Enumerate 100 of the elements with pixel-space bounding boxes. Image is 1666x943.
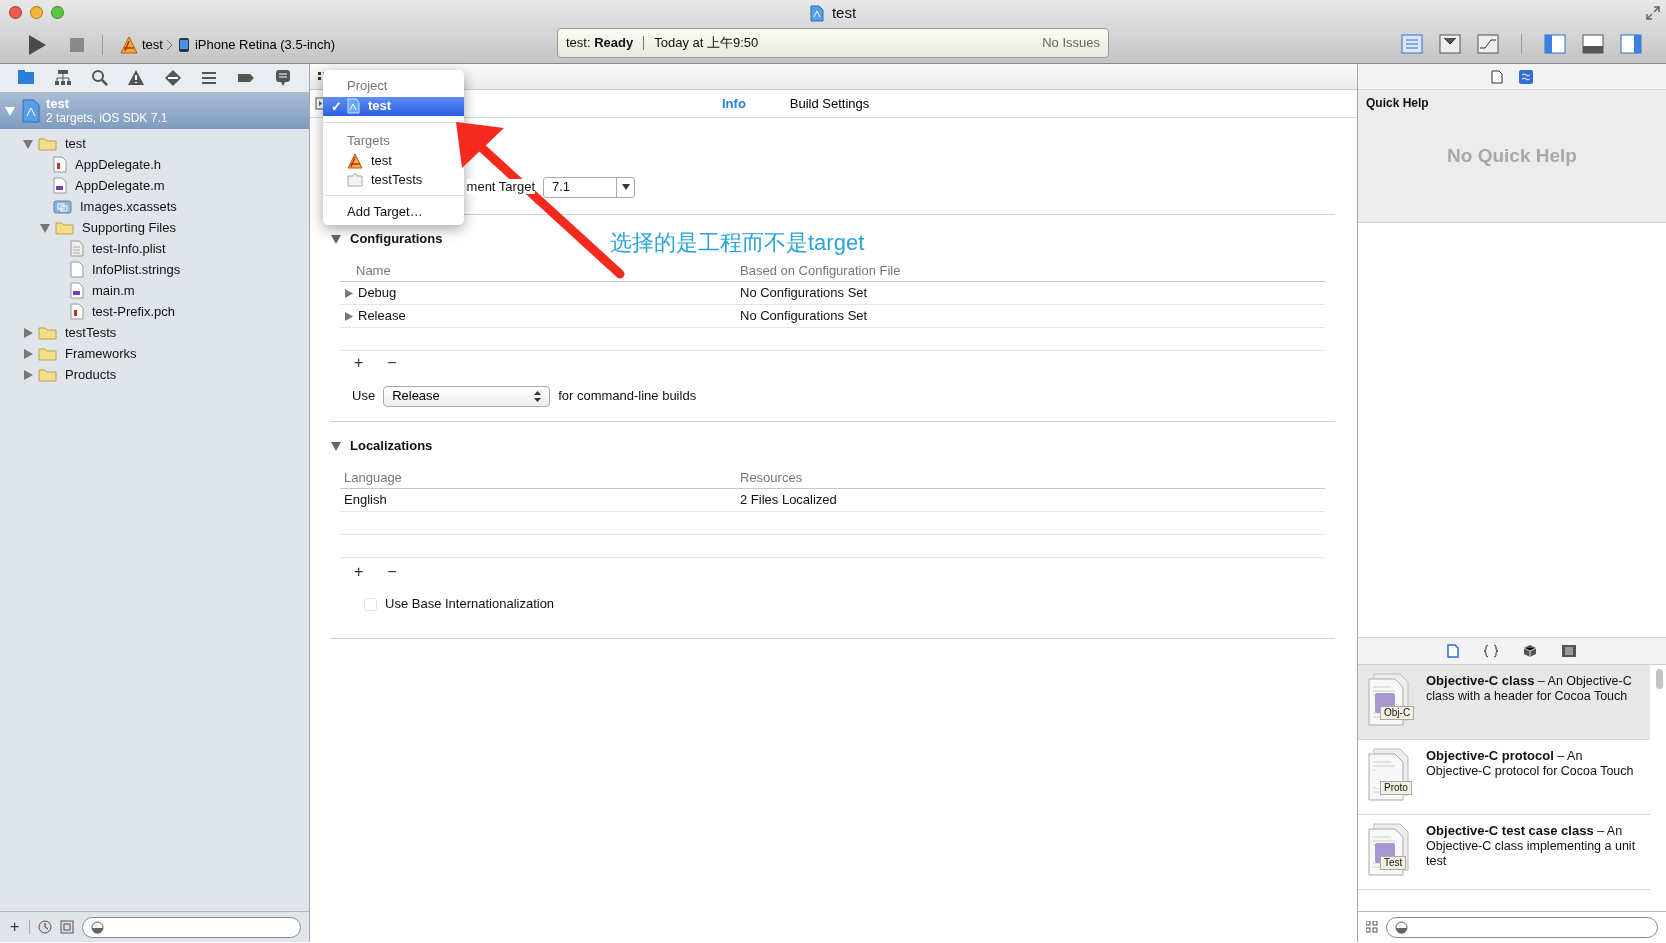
add-button[interactable]: +: [346, 564, 372, 580]
disclosure-triangle-icon[interactable]: [330, 233, 342, 245]
deployment-target-combo[interactable]: 7.1: [543, 176, 635, 198]
disclosure-triangle-icon[interactable]: [22, 368, 34, 381]
filter-field[interactable]: [82, 916, 301, 938]
tree-item[interactable]: InfoPlist.strings: [0, 259, 309, 280]
right-panel-icon[interactable]: [1620, 34, 1642, 54]
remove-button[interactable]: −: [379, 564, 405, 580]
stop-icon: [69, 36, 85, 53]
tree-item[interactable]: main.m: [0, 280, 309, 301]
window-title: test: [831, 2, 857, 23]
remove-button[interactable]: −: [379, 355, 405, 371]
app-icon: [347, 152, 363, 169]
menu-item[interactable]: Add Target…: [323, 202, 464, 221]
table-row[interactable]: English 2 Files Localized: [340, 489, 1325, 512]
disclosure-triangle-icon[interactable]: [39, 221, 51, 234]
device-selector[interactable]: iPhone Retina (3.5-inch): [173, 36, 339, 53]
tree-item[interactable]: test-Prefix.pch: [0, 301, 309, 322]
fullscreen-icon[interactable]: [1646, 6, 1660, 20]
tree-item[interactable]: Images.xcassets: [0, 196, 309, 217]
table-cell-text: Debug: [358, 284, 397, 303]
table-cell-text: No Configurations Set: [740, 307, 868, 326]
checkbox-label: Use Base Internationalization: [385, 595, 555, 614]
asset-catalog-icon: [53, 199, 72, 214]
media-icon[interactable]: [1561, 644, 1577, 658]
left-panel-icon[interactable]: [1544, 34, 1566, 54]
zoom-button[interactable]: [51, 6, 64, 19]
tree-item[interactable]: Frameworks: [0, 343, 309, 364]
file-inspector-icon[interactable]: [1491, 69, 1503, 84]
template-description: Objective-C class – An Objective-C class with a header for Cocoa Touch: [1426, 673, 1633, 705]
tree-item[interactable]: AppDelegate.m: [0, 175, 309, 196]
scheme-selector[interactable]: test: [117, 35, 166, 54]
scope-icon[interactable]: [60, 920, 75, 934]
template-item[interactable]: Test Objective-C test case class – An Objective-C class implementing a unit test: [1358, 815, 1650, 890]
close-button[interactable]: [9, 6, 22, 19]
quick-help-icon[interactable]: [1519, 69, 1533, 84]
stepper-arrows-icon: [534, 390, 542, 402]
tree-item[interactable]: AppDelegate.h: [0, 154, 309, 175]
code-snippet-icon[interactable]: [1483, 644, 1499, 658]
tree-item[interactable]: test-Info.plist: [0, 238, 309, 259]
add-button[interactable]: +: [346, 355, 372, 371]
empty-message: No Quick Help: [1446, 144, 1578, 168]
search-icon[interactable]: [90, 69, 109, 87]
checkbox[interactable]: [364, 597, 377, 611]
speech-bubble-icon[interactable]: [273, 69, 292, 87]
folder-icon: [38, 325, 57, 340]
version-editor-icon[interactable]: [1477, 34, 1499, 54]
add-button[interactable]: +: [8, 919, 22, 935]
phone-icon: [176, 36, 191, 53]
configuration-select[interactable]: Release: [383, 385, 551, 407]
bottom-panel-icon[interactable]: [1582, 34, 1604, 54]
table-row[interactable]: Debug No Configurations Set: [340, 282, 1325, 305]
scrollbar-thumb[interactable]: [1656, 669, 1663, 689]
disclosure-triangle-icon[interactable]: [330, 440, 342, 452]
assistant-editor-icon[interactable]: [1439, 34, 1461, 54]
disclosure-triangle-icon[interactable]: [22, 326, 34, 339]
tree-item[interactable]: testTests: [0, 322, 309, 343]
tree-item[interactable]: Products: [0, 364, 309, 385]
file-template-icon[interactable]: [1447, 644, 1459, 658]
standard-editor-icon[interactable]: [1401, 34, 1423, 54]
folder-icon[interactable]: [17, 69, 36, 87]
header-file-icon: [53, 156, 67, 173]
tree-item[interactable]: test: [0, 133, 309, 154]
dropdown-arrow-icon: [621, 184, 630, 190]
cube-icon[interactable]: [1523, 644, 1537, 658]
filter-field[interactable]: [1386, 916, 1658, 938]
status-time: Today at 上午9:50: [654, 34, 759, 53]
template-badge: Test: [1380, 856, 1407, 870]
template-item[interactable]: Proto Objective-C protocol – An Objective-C protocol for Cocoa Touch: [1358, 740, 1650, 815]
project-file-icon: [347, 98, 360, 114]
hierarchy-icon[interactable]: [53, 69, 72, 87]
source-file-icon: [53, 177, 67, 194]
table-row[interactable]: Release No Configurations Set: [340, 305, 1325, 328]
list-icon[interactable]: [200, 69, 219, 87]
checkmark: ✓: [331, 97, 342, 116]
filter-icon: [91, 920, 105, 934]
disclosure-triangle-icon[interactable]: [22, 137, 34, 150]
disclosure-triangle-icon[interactable]: [344, 310, 354, 322]
column-header: Based on Configuration File: [740, 261, 901, 280]
editor-tab[interactable]: Build Settings: [767, 91, 892, 116]
disclosure-triangle-icon[interactable]: [344, 287, 354, 299]
template-item[interactable]: Obj-C Objective-C class – An Objective-C class with a header for Cocoa Touch: [1358, 665, 1650, 740]
grid-view-icon[interactable]: [1366, 921, 1378, 933]
project-file-icon: [809, 4, 824, 22]
chevron-icon: [165, 38, 174, 51]
menu-item[interactable]: test: [323, 151, 464, 170]
menu-item[interactable]: ✓ test: [323, 96, 464, 116]
minimize-button[interactable]: [30, 6, 43, 19]
diamond-icon[interactable]: [163, 69, 182, 87]
menu-item[interactable]: testTests: [323, 170, 464, 189]
folder-icon: [38, 367, 57, 382]
warning-icon[interactable]: [127, 69, 146, 87]
editor-tab[interactable]: Info: [700, 91, 768, 116]
column-header: Resources: [740, 468, 803, 487]
template-description: Objective-C protocol – An Objective-C protocol for Cocoa Touch: [1426, 748, 1635, 780]
clock-icon[interactable]: [38, 920, 53, 934]
table-cell-text: No Configurations Set: [740, 284, 868, 303]
folder-icon: [38, 346, 57, 361]
tree-item[interactable]: Supporting Files: [0, 217, 309, 238]
disclosure-triangle-icon[interactable]: [22, 347, 34, 360]
